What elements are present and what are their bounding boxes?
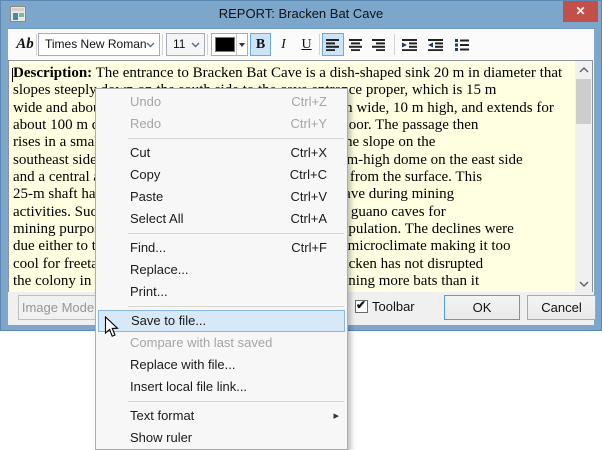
menu-item-show-ruler[interactable]: Show ruler — [96, 427, 347, 449]
chevron-down-icon — [579, 281, 589, 287]
mouse-cursor-icon — [104, 316, 119, 338]
ok-button[interactable]: OK — [444, 295, 520, 320]
toolbar-separator — [207, 34, 208, 55]
context-menu: UndoCtrl+ZRedoCtrl+YCutCtrl+XCopyCtrl+CP… — [95, 88, 348, 450]
menu-separator — [96, 135, 347, 142]
menu-item-redo: RedoCtrl+Y — [96, 113, 347, 135]
font-size-value: 11 — [173, 34, 185, 55]
toolbar-separator — [162, 34, 163, 55]
chevron-down-icon — [146, 42, 155, 48]
bullet-list-button[interactable] — [450, 33, 473, 56]
toolbar-separator — [319, 34, 320, 55]
color-dropdown[interactable] — [236, 34, 247, 55]
menu-item-text-format[interactable]: Text format▸ — [96, 405, 347, 427]
menu-separator — [96, 398, 347, 405]
image-mode-button: Image Mode — [18, 295, 98, 320]
underline-button[interactable]: U — [296, 33, 317, 56]
dropdown-arrow-icon — [239, 43, 245, 47]
font-style-button[interactable]: Ab — [12, 33, 38, 56]
close-icon: ✕ — [575, 4, 585, 18]
menu-item-undo: UndoCtrl+Z — [96, 91, 347, 113]
scroll-down-button[interactable] — [575, 275, 592, 292]
app-icon — [10, 6, 26, 22]
bullet-list-icon — [455, 39, 469, 51]
cancel-button[interactable]: Cancel — [527, 295, 596, 320]
menu-item-copy[interactable]: CopyCtrl+C — [96, 164, 347, 186]
align-center-icon — [349, 39, 363, 51]
context-menu-items: UndoCtrl+ZRedoCtrl+YCutCtrl+XCopyCtrl+CP… — [96, 91, 347, 449]
menu-item-select-all[interactable]: Select AllCtrl+A — [96, 208, 347, 230]
text-line: Description: The entrance to Bracken Bat… — [13, 65, 570, 82]
menu-item-compare-with-last-saved: Compare with last saved — [96, 332, 347, 354]
toolbar-separator — [394, 34, 395, 55]
format-toolbar: Ab Times New Roman 11 B I U — [8, 29, 594, 60]
color-swatch — [215, 37, 235, 52]
align-right-icon — [372, 39, 386, 51]
toolbar-checkbox-group[interactable]: ✔ Toolbar — [355, 299, 415, 314]
close-button[interactable]: ✕ — [563, 1, 598, 22]
menu-item-insert-local-file-link[interactable]: Insert local file link... — [96, 376, 347, 398]
font-size-select[interactable]: 11 — [166, 33, 205, 56]
menu-item-save-to-file[interactable]: Save to file... — [98, 310, 345, 332]
menu-item-find[interactable]: Find...Ctrl+F — [96, 237, 347, 259]
toolbar-checkbox-label: Toolbar — [372, 299, 415, 314]
menu-separator — [96, 303, 347, 310]
menu-item-paste[interactable]: PasteCtrl+V — [96, 186, 347, 208]
menu-item-print[interactable]: Print... — [96, 281, 347, 303]
align-center-button[interactable] — [345, 33, 367, 56]
vertical-scrollbar[interactable] — [575, 61, 592, 292]
font-family-value: Times New Roman — [45, 34, 147, 55]
align-left-button[interactable] — [322, 33, 344, 56]
indent-decrease-button[interactable] — [424, 33, 448, 56]
toolbar-separator — [36, 34, 37, 55]
menu-item-cut[interactable]: CutCtrl+X — [96, 142, 347, 164]
indent-decrease-icon — [428, 39, 444, 51]
window-title: REPORT: Bracken Bat Cave — [0, 0, 602, 27]
scroll-up-button[interactable] — [575, 61, 592, 78]
submenu-arrow-icon: ▸ — [333, 405, 339, 427]
bold-button[interactable]: B — [250, 33, 271, 56]
indent-increase-button[interactable] — [398, 33, 422, 56]
indent-increase-icon — [402, 39, 418, 51]
scrollbar-thumb[interactable] — [576, 79, 591, 124]
italic-button[interactable]: I — [273, 33, 294, 56]
menu-item-replace-with-file[interactable]: Replace with file... — [96, 354, 347, 376]
menu-separator — [96, 230, 347, 237]
chevron-down-icon — [191, 42, 200, 48]
menu-item-replace[interactable]: Replace... — [96, 259, 347, 281]
titlebar[interactable]: REPORT: Bracken Bat Cave ✕ — [0, 0, 602, 28]
font-family-select[interactable]: Times New Roman — [38, 33, 160, 56]
align-left-icon — [326, 39, 340, 51]
toolbar-checkbox[interactable]: ✔ — [355, 300, 368, 313]
checkmark-icon: ✔ — [356, 298, 366, 312]
align-right-button[interactable] — [368, 33, 390, 56]
font-color-button[interactable] — [211, 33, 248, 56]
chevron-up-icon — [579, 67, 589, 73]
